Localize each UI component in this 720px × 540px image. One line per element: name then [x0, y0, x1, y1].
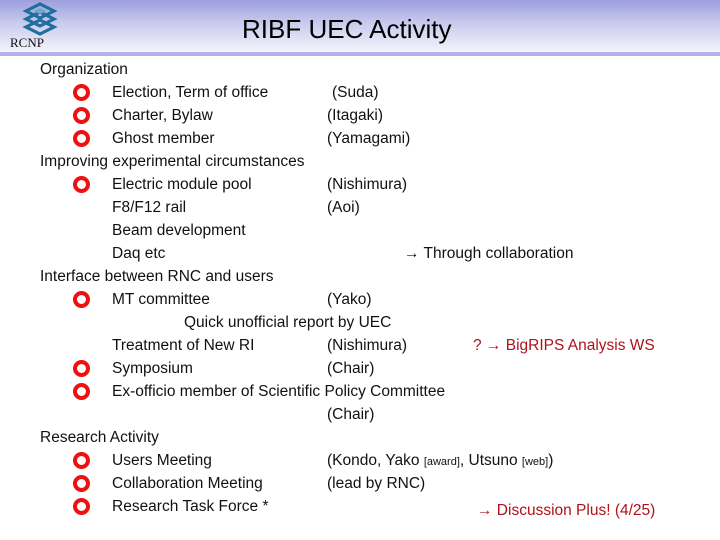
owner-text: , Utsuno	[459, 452, 522, 469]
item-owner: (Nishimura)	[327, 337, 408, 354]
item-note: → Discussion Plus! (4/25)	[477, 502, 656, 519]
owner-text: (Kondo, Yako	[327, 452, 424, 469]
item-label: MT committee	[112, 291, 210, 308]
award-tag: [award]	[423, 456, 460, 468]
item-owner: (Nishimura)	[327, 176, 408, 193]
bullet-icon	[73, 84, 90, 101]
header-divider	[0, 52, 720, 56]
item-label: Beam development	[112, 222, 246, 239]
item-label: Electric module pool	[112, 176, 252, 193]
bullet-icon	[73, 107, 90, 124]
item-owner: (lead by RNC)	[327, 475, 426, 492]
bullet-icon	[73, 383, 90, 400]
item-owner: (Chair)	[327, 360, 375, 377]
section-heading-interface: Interface between RNC and users	[40, 268, 274, 285]
bullet-icon	[73, 176, 90, 193]
bullet-icon	[73, 130, 90, 147]
bullet-icon	[73, 291, 90, 308]
bullet-icon	[73, 475, 90, 492]
bullet-icon	[73, 452, 90, 469]
item-owner: (Yako)	[327, 291, 372, 308]
section-heading-organization: Organization	[40, 61, 128, 78]
web-tag: [web]	[521, 456, 549, 468]
item-label: Treatment of New RI	[112, 337, 255, 354]
item-label: Quick unofficial report by UEC	[184, 314, 392, 331]
item-label: Symposium	[112, 360, 193, 377]
item-label: Users Meeting	[112, 452, 212, 469]
item-label: Daq etc	[112, 245, 166, 262]
page-title: RIBF UEC Activity	[242, 14, 452, 44]
logo-label: RCNP	[10, 35, 44, 50]
section-heading-improving: Improving experimental circumstances	[40, 153, 305, 170]
item-label: Charter, Bylaw	[112, 107, 213, 124]
item-label: Research Task Force *	[112, 498, 269, 515]
item-label: Ex-officio member of Scientific Policy C…	[112, 383, 446, 400]
item-label: Ghost member	[112, 130, 215, 147]
item-label: Election, Term of office	[112, 84, 269, 101]
item-label: F8/F12 rail	[112, 199, 187, 216]
section-heading-research: Research Activity	[40, 429, 159, 446]
item-label: Collaboration Meeting	[112, 475, 263, 492]
rcnp-logo-icon	[22, 2, 58, 36]
bullet-icon	[73, 498, 90, 515]
item-owner: (Itagaki)	[327, 107, 383, 124]
bullet-icon	[73, 360, 90, 377]
owner-text: )	[548, 452, 554, 469]
item-owner: (Yamagami)	[327, 130, 411, 147]
item-note: ? → BigRIPS Analysis WS	[473, 337, 655, 354]
item-owner: (Kondo, Yako [award], Utsuno [web])	[327, 452, 553, 471]
item-owner: (Aoi)	[327, 199, 360, 216]
item-note: → Through collaboration	[404, 245, 574, 262]
item-owner: (Chair)	[327, 406, 375, 423]
item-owner: (Suda)	[332, 84, 379, 101]
